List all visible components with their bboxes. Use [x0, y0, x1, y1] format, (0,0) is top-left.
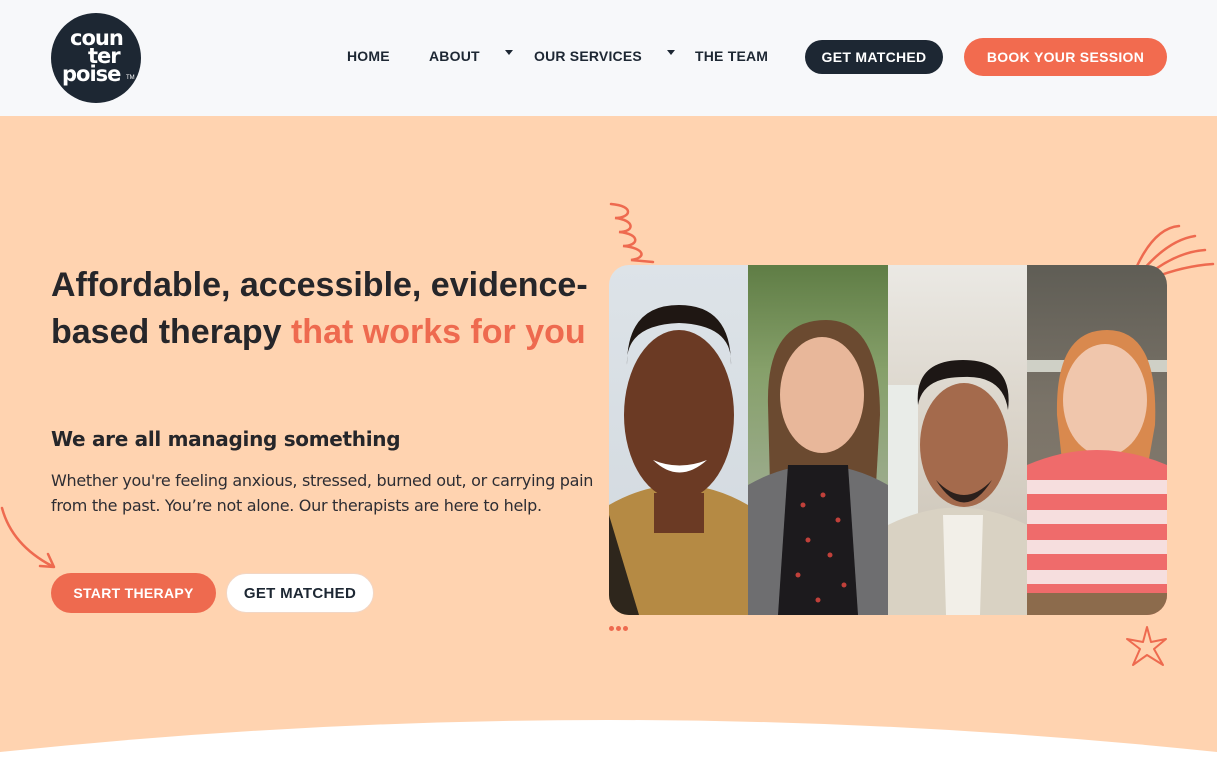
nav-our-services[interactable]: OUR SERVICES — [534, 48, 642, 64]
spiral-doodle-icon — [609, 202, 655, 264]
star-doodle-icon — [1126, 626, 1167, 666]
dots-decoration — [609, 626, 628, 631]
hero-paragraph: Whether you're feeling anxious, stressed… — [51, 471, 594, 515]
start-therapy-button[interactable]: START THERAPY — [51, 573, 216, 613]
dropdown-caret-icon[interactable] — [505, 50, 513, 55]
get-matched-header-button[interactable]: GET MATCHED — [805, 40, 943, 74]
nav-about[interactable]: ABOUT — [429, 48, 480, 64]
therapist-photo-2 — [748, 265, 888, 615]
counterpoise-logo[interactable]: coun ter poise TM — [51, 13, 141, 103]
hero-headline: Affordable, accessible, evidence-based t… — [51, 262, 611, 356]
nav-home[interactable]: HOME — [347, 48, 390, 64]
site-header: coun ter poise TM HOME ABOUT OUR SERVICE… — [0, 0, 1217, 116]
arrow-doodle-icon — [0, 506, 56, 569]
therapist-photo-1 — [609, 265, 748, 615]
logo-text-line3: poise — [62, 62, 121, 86]
hero-headline-accent: that works for you — [290, 313, 586, 351]
logo-trademark: TM — [126, 75, 135, 81]
therapists-photo-collage — [609, 265, 1167, 615]
therapist-photo-3 — [888, 265, 1027, 615]
dropdown-caret-icon[interactable] — [667, 50, 675, 55]
get-matched-hero-button[interactable]: GET MATCHED — [226, 573, 374, 613]
therapist-photo-4 — [1027, 265, 1167, 615]
hero-subheading: We are all managing something — [51, 427, 401, 451]
book-session-button[interactable]: BOOK YOUR SESSION — [964, 38, 1167, 76]
section-wave-divider — [0, 720, 1217, 761]
nav-the-team[interactable]: THE TEAM — [695, 48, 768, 64]
